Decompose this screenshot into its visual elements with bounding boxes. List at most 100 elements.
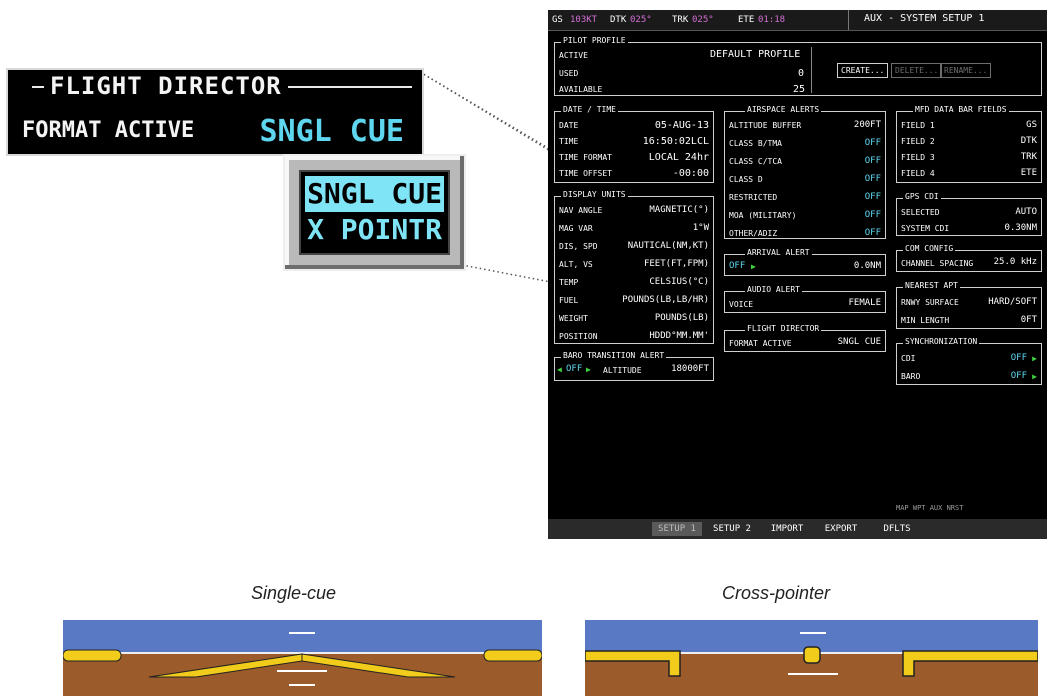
restricted-value[interactable]: OFF	[865, 192, 881, 202]
sync-baro-label: BARO	[901, 372, 921, 381]
field-1-value[interactable]: GS	[1026, 120, 1037, 130]
temp-value[interactable]: CELSIUS(°C)	[649, 277, 709, 287]
cross-pointer-symbol	[585, 632, 1038, 677]
gps-cdi-box: GPS CDI SELECTED AUTO SYSTEM CDI 0.30NM	[896, 192, 1042, 236]
delete-button[interactable]: DELETE...	[891, 63, 943, 78]
page-title: AUX - SYSTEM SETUP 1	[864, 13, 985, 24]
fuel-value[interactable]: POUNDS(LB,LB/HR)	[622, 295, 709, 305]
field-4-value[interactable]: ETE	[1021, 168, 1037, 178]
com-config-box: COM CONFIG CHANNEL SPACING 25.0 kHz	[896, 244, 1042, 272]
softkey-setup-2[interactable]: SETUP 2	[706, 522, 758, 536]
cross-pointer-attitude-display	[585, 620, 1038, 696]
audio-alert-box: AUDIO ALERT VOICE FEMALE	[724, 285, 886, 313]
arrival-alert-state[interactable]: OFF	[729, 261, 745, 271]
class-d-value[interactable]: OFF	[865, 174, 881, 184]
option-sngl-cue[interactable]: SNGL CUE	[305, 176, 444, 212]
flight-director-format-value[interactable]: SNGL CUE	[838, 337, 881, 347]
ete-value: 01:18	[758, 15, 786, 25]
flight-director-zoom: FLIGHT DIRECTOR FORMAT ACTIVE SNGL CUE	[6, 68, 424, 156]
dis-spd-value[interactable]: NAUTICAL(NM,KT)	[628, 241, 709, 251]
time-offset-value[interactable]: -00:00	[673, 168, 709, 179]
format-popup: SNGL CUE X POINTR	[283, 154, 466, 271]
cdi-selected-value[interactable]: AUTO	[1015, 207, 1037, 217]
softkey-import[interactable]: IMPORT	[762, 522, 812, 536]
altitude-buffer-value[interactable]: 200FT	[854, 120, 881, 130]
class-b-value[interactable]: OFF	[865, 138, 881, 148]
cdi-selected-label: SELECTED	[901, 208, 940, 217]
class-c-value[interactable]: OFF	[865, 156, 881, 166]
active-label: ACTIVE	[559, 51, 588, 60]
audio-alert-title: AUDIO ALERT	[745, 285, 802, 294]
time-value[interactable]: 16:50:02LCL	[643, 136, 709, 147]
other-adiz-value[interactable]: OFF	[865, 228, 881, 238]
time-format-value[interactable]: LOCAL 24hr	[649, 152, 709, 163]
gs-value: 103KT	[570, 15, 598, 25]
field-3-value[interactable]: TRK	[1021, 152, 1037, 162]
runway-surface-value[interactable]: HARD/SOFT	[988, 297, 1037, 307]
used-label: USED	[559, 69, 579, 78]
display-units-box: DISPLAY UNITS NAV ANGLE MAGNETIC(°) MAG …	[554, 190, 714, 344]
baro-altitude-value[interactable]: 18000FT	[671, 364, 709, 374]
pilot-profile-box: PILOT PROFILE ACTIVE DEFAULT PROFILE USE…	[554, 36, 1042, 96]
flight-director-box: FLIGHT DIRECTOR FORMAT ACTIVE SNGL CUE	[724, 324, 886, 352]
active-profile-value[interactable]: DEFAULT PROFILE	[710, 49, 800, 60]
option-x-pointr[interactable]: X POINTR	[305, 212, 444, 248]
min-length-value[interactable]: 0FT	[1021, 315, 1037, 325]
synchronization-title: SYNCHRONIZATION	[903, 337, 980, 346]
position-label: POSITION	[559, 332, 598, 341]
arrival-alert-distance[interactable]: 0.0NM	[854, 261, 881, 271]
nav-angle-label: NAV ANGLE	[559, 206, 603, 215]
rename-button[interactable]: RENAME...	[940, 63, 992, 78]
ete-label: ETE	[738, 15, 755, 25]
softkey-export[interactable]: EXPORT	[816, 522, 866, 536]
date-value[interactable]: 05-AUG-13	[655, 120, 709, 131]
field-2-label: FIELD 2	[901, 137, 935, 146]
pilot-profile-title: PILOT PROFILE	[561, 36, 628, 45]
weight-value[interactable]: POUNDS(LB)	[655, 313, 709, 323]
baro-transition-state[interactable]: OFF	[566, 364, 582, 374]
mag-var-value: 1°W	[692, 223, 709, 233]
softkey-setup-1[interactable]: SETUP 1	[652, 522, 702, 536]
synchronization-box: SYNCHRONIZATION CDI OFF ▶ BARO OFF ▶	[896, 337, 1042, 385]
available-value: 25	[793, 84, 806, 95]
format-active-value[interactable]: SNGL CUE	[260, 114, 405, 149]
time-offset-label: TIME OFFSET	[559, 169, 612, 178]
trk-label: TRK	[672, 15, 689, 25]
dtk-value: 025°	[630, 15, 652, 25]
nav-angle-value[interactable]: MAGNETIC(°)	[649, 205, 709, 215]
date-time-box: DATE / TIME DATE 05-AUG-13 TIME 16:50:02…	[554, 105, 714, 183]
channel-spacing-value[interactable]: 25.0 kHz	[994, 257, 1037, 267]
format-popup-list: SNGL CUE X POINTR	[299, 170, 450, 255]
fuel-label: FUEL	[559, 296, 579, 305]
sync-cdi-value[interactable]: OFF	[1011, 353, 1027, 363]
position-value[interactable]: HDDD°MM.MM'	[649, 331, 709, 341]
system-cdi-value: 0.30NM	[1004, 223, 1037, 233]
divider	[848, 10, 849, 30]
single-cue-caption: Single-cue	[251, 583, 337, 603]
temp-label: TEMP	[559, 278, 579, 287]
time-format-label: TIME FORMAT	[559, 153, 612, 162]
moa-value[interactable]: OFF	[865, 210, 881, 220]
sync-baro-value[interactable]: OFF	[1011, 371, 1027, 381]
mag-var-label: MAG VAR	[559, 224, 593, 233]
min-length-label: MIN LENGTH	[901, 316, 950, 325]
com-config-title: COM CONFIG	[903, 244, 956, 253]
flight-director-zoom-title: FLIGHT DIRECTOR	[44, 72, 288, 100]
trk-value: 025°	[692, 15, 714, 25]
runway-surface-label: RNWY SURFACE	[901, 298, 959, 307]
field-2-value[interactable]: DTK	[1021, 136, 1037, 146]
softkey-dflts[interactable]: DFLTS	[872, 522, 922, 536]
date-time-title: DATE / TIME	[561, 105, 618, 114]
used-value: 0	[798, 68, 805, 79]
alt-vs-value[interactable]: FEET(FT,FPM)	[644, 259, 709, 269]
altitude-buffer-label: ALTITUDE BUFFER	[729, 121, 802, 130]
time-label: TIME	[559, 137, 579, 146]
baro-transition-box: BARO TRANSITION ALERT ◀ OFF ▶ ALTITUDE 1…	[554, 351, 714, 381]
voice-value[interactable]: FEMALE	[848, 298, 881, 308]
right-arrow-icon: ▶	[751, 262, 756, 271]
single-cue-attitude-display	[63, 620, 542, 696]
nearest-apt-title: NEAREST APT	[903, 281, 960, 290]
data-bar-fields-box: MFD DATA BAR FIELDS FIELD 1 GS FIELD 2 D…	[896, 105, 1042, 183]
right-arrow-icon: ▶	[586, 365, 591, 374]
create-button[interactable]: CREATE...	[837, 63, 889, 78]
